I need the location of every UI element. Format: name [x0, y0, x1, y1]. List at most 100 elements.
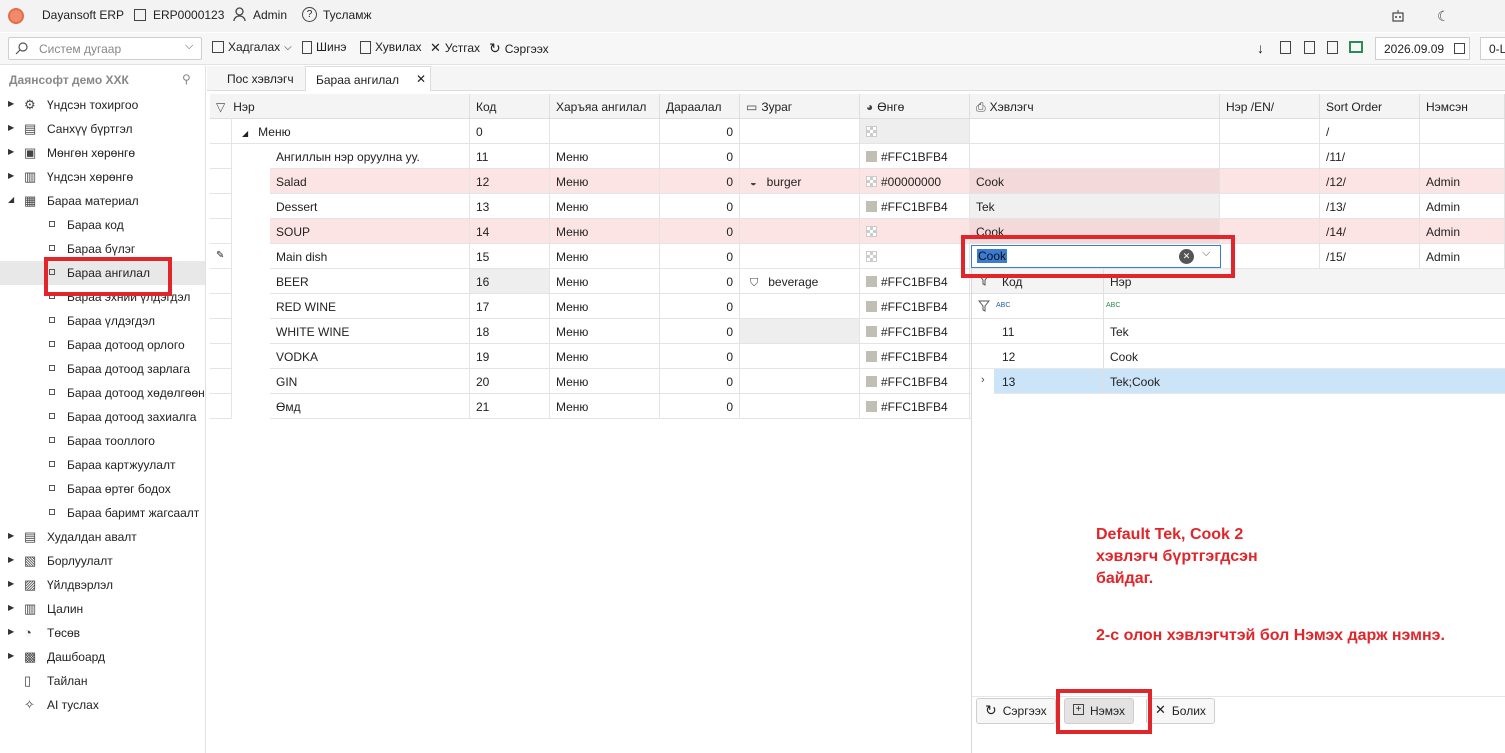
column-header[interactable]: ⎙ Хэвлэгч [970, 94, 1220, 119]
tree-expander-icon[interactable]: ◢ [242, 129, 248, 138]
grid-cell-color[interactable]: #FFC1BFB4 [860, 369, 970, 394]
search-input[interactable]: Систем дугаар ⌵ [8, 37, 202, 60]
grid-cell-parent[interactable]: Меню [550, 219, 660, 244]
grid-cell-image[interactable]: ⛉ beverage [740, 269, 860, 294]
grid-cell-name[interactable]: ◢ Меню [232, 119, 470, 144]
grid-cell-order[interactable]: 0 [660, 344, 740, 369]
grid-cell-name-en[interactable] [1220, 144, 1320, 169]
grid-cell-name[interactable]: SOUP [270, 219, 470, 244]
grid-cell-code[interactable]: 11 [470, 144, 550, 169]
column-header[interactable]: Дараалал [660, 94, 740, 119]
sidebar-item[interactable]: ▶ ▤ Санхүү бүртгэл [0, 117, 205, 141]
chevron-down-icon[interactable]: ⌵ [284, 42, 292, 53]
grid-cell-code[interactable]: 19 [470, 344, 550, 369]
grid-cell-order[interactable]: 0 [660, 194, 740, 219]
column-header[interactable]: Код [470, 94, 550, 119]
column-header[interactable]: ▭ Зураг [740, 94, 860, 119]
grid-cell-name[interactable]: GIN [270, 369, 470, 394]
grid-cell-image[interactable]: ◒ burger [740, 169, 860, 194]
grid-cell-color[interactable]: #FFC1BFB4 [860, 319, 970, 344]
sidebar-subitem[interactable]: Бараа дотоод орлого [0, 333, 205, 357]
grid-cell-name[interactable]: WHITE WINE [270, 319, 470, 344]
grid-cell-name[interactable]: RED WINE [270, 294, 470, 319]
column-header[interactable]: ◕ Өнгө [860, 94, 970, 119]
column-header[interactable]: Нэмсэн [1420, 94, 1505, 119]
pin-icon[interactable]: ⚲ [182, 72, 191, 86]
row-indicator[interactable]: ✎ [210, 244, 232, 269]
text-filter-icon[interactable]: ABC [1106, 302, 1120, 309]
dropdown-row[interactable]: 11 Tek [972, 319, 1505, 344]
grid-cell-parent[interactable]: Меню [550, 244, 660, 269]
grid-cell-sort[interactable]: / [1320, 119, 1420, 144]
column-header[interactable]: Нэр /EN/ [1220, 94, 1320, 119]
tab-pos-printer[interactable]: Пос хэвлэгч [217, 66, 304, 91]
duplicate-icon[interactable] [1280, 41, 1291, 54]
chevron-right-icon[interactable]: ▶ [8, 651, 14, 660]
grid-cell-name[interactable]: BEER [270, 269, 470, 294]
row-indicator[interactable] [210, 169, 232, 194]
row-indicator[interactable] [210, 119, 232, 144]
dropdown-filter-row[interactable]: ABC ABC [972, 294, 1505, 319]
refresh-button[interactable]: ↻ Сэргээх [489, 40, 549, 57]
grid-cell-name[interactable]: Ангиллын нэр оруулна уу. [270, 144, 470, 169]
grid-cell-parent[interactable]: Меню [550, 369, 660, 394]
grid-cell-color[interactable] [860, 244, 970, 269]
moon-icon[interactable]: ☾ [1437, 8, 1450, 25]
grid-cell-added[interactable]: Admin [1420, 169, 1505, 194]
row-indicator[interactable] [210, 269, 232, 294]
sidebar-item[interactable]: ▶ ▥ Цалин [0, 597, 205, 621]
grid-cell-parent[interactable]: Меню [550, 344, 660, 369]
filter-icon[interactable]: ▽ [216, 100, 225, 114]
grid-cell-color[interactable]: #FFC1BFB4 [860, 269, 970, 294]
extra-field[interactable]: 0-L [1480, 37, 1505, 60]
grid-cell-name-en[interactable] [1220, 194, 1320, 219]
grid-cell-name-en[interactable] [1220, 119, 1320, 144]
text-filter-icon[interactable]: ABC [996, 302, 1010, 309]
grid-cell-order[interactable]: 0 [660, 169, 740, 194]
robot-icon[interactable] [1391, 9, 1405, 23]
dropdown-row[interactable]: 12 Cook [972, 344, 1505, 369]
sidebar-subitem[interactable]: Бараа код [0, 213, 205, 237]
grid-cell-image[interactable] [740, 394, 860, 419]
grid-cell-color[interactable]: #FFC1BFB4 [860, 194, 970, 219]
grid-cell-order[interactable]: 0 [660, 319, 740, 344]
grid-cell-name-en[interactable] [1220, 244, 1320, 269]
grid-cell-added[interactable]: Admin [1420, 194, 1505, 219]
grid-cell-color[interactable]: #FFC1BFB4 [860, 344, 970, 369]
grid-cell-image[interactable] [740, 144, 860, 169]
sidebar-subitem[interactable]: Бараа дотоод хөдөлгөөн [0, 381, 205, 405]
grid-cell-added[interactable] [1420, 119, 1505, 144]
grid-cell-code[interactable]: 12 [470, 169, 550, 194]
sidebar-subitem[interactable]: Бараа картжуулалт [0, 453, 205, 477]
cancel-button[interactable]: ✕ Болих [1146, 698, 1215, 724]
date-field[interactable]: 2026.09.09 [1375, 37, 1470, 60]
help-link[interactable]: Тусламж [323, 8, 371, 22]
grid-cell-image[interactable] [740, 294, 860, 319]
grid-cell-color[interactable]: #FFC1BFB4 [860, 294, 970, 319]
grid-cell-name[interactable]: Dessert [270, 194, 470, 219]
grid-cell-added[interactable]: Admin [1420, 244, 1505, 269]
grid-cell-code[interactable]: 17 [470, 294, 550, 319]
grid-cell-image[interactable] [740, 244, 860, 269]
grid-cell-sort[interactable]: /12/ [1320, 169, 1420, 194]
grid-cell-code[interactable]: 21 [470, 394, 550, 419]
download-icon[interactable]: ↓ [1257, 40, 1264, 56]
chevron-right-icon[interactable]: ▶ [8, 531, 14, 540]
chevron-right-icon[interactable]: ▶ [8, 627, 14, 636]
grid-cell-color[interactable] [860, 219, 970, 244]
grid-cell-parent[interactable]: Меню [550, 394, 660, 419]
calendar-icon[interactable] [1454, 43, 1465, 54]
clipboard-icon[interactable] [1327, 41, 1338, 54]
grid-cell-color[interactable] [860, 119, 970, 144]
grid-cell-image[interactable] [740, 194, 860, 219]
tab-product-category[interactable]: Бараа ангилал ✕ [305, 66, 431, 91]
grid-cell-color[interactable]: #00000000 [860, 169, 970, 194]
column-header[interactable]: ▽ Нэр [210, 94, 470, 119]
copy-button[interactable]: Хувилах [360, 40, 422, 54]
grid-cell-order[interactable]: 0 [660, 369, 740, 394]
chevron-right-icon[interactable]: ▶ [8, 579, 14, 588]
sidebar-item[interactable]: ▶ ▤ Худалдан авалт [0, 525, 205, 549]
grid-cell-order[interactable]: 0 [660, 294, 740, 319]
sidebar-subitem[interactable]: Бараа үлдэгдэл [0, 309, 205, 333]
grid-cell-order[interactable]: 0 [660, 119, 740, 144]
